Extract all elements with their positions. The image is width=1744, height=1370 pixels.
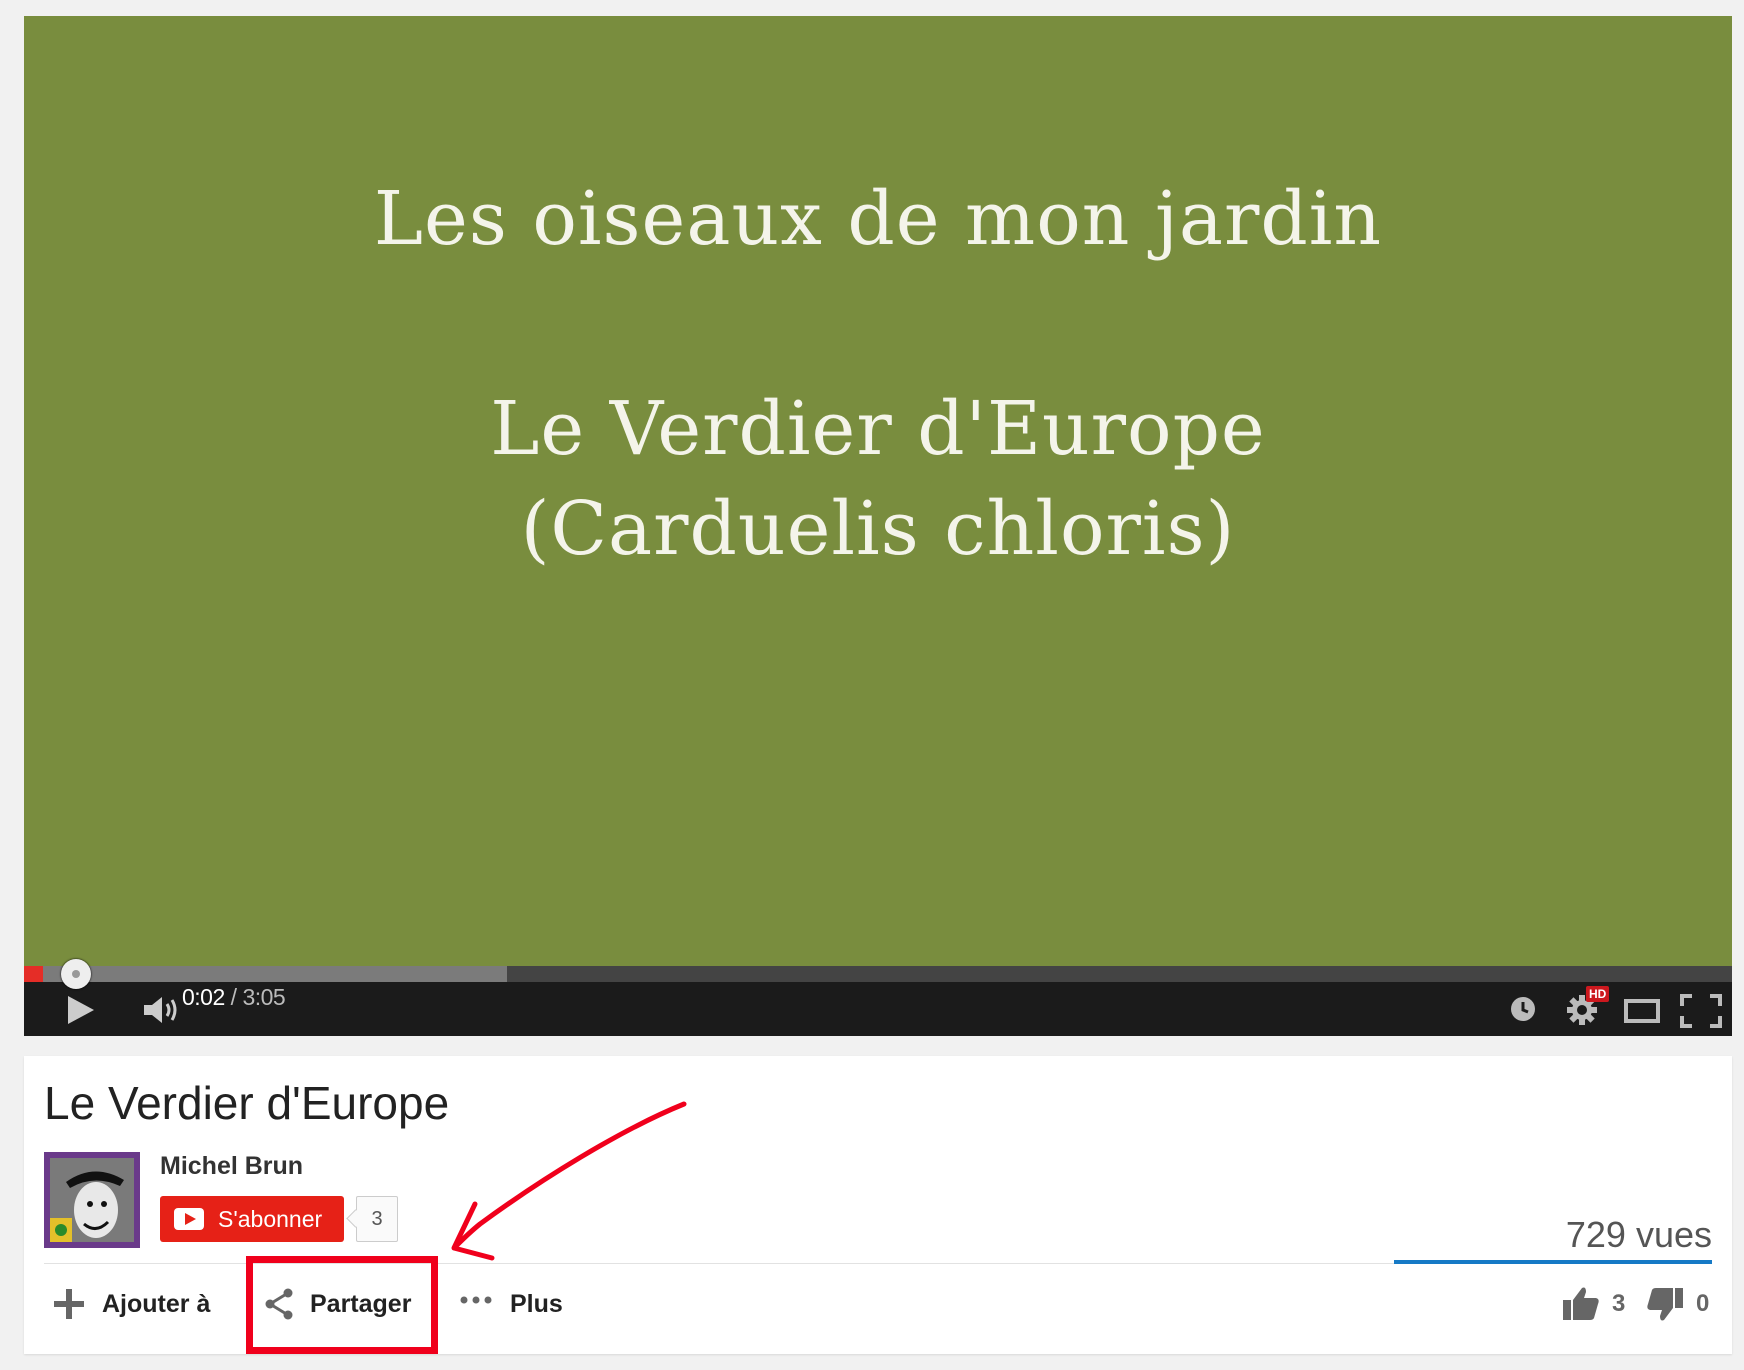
like-button[interactable]: 3 — [1562, 1280, 1625, 1328]
youtube-logo-icon — [174, 1208, 204, 1230]
time-separator: / — [224, 984, 243, 1010]
slide-text-line1: Les oiseaux de mon jardin — [373, 176, 1383, 262]
progress-bar[interactable] — [24, 959, 1732, 989]
thumbs-down-icon — [1647, 1288, 1683, 1321]
add-to-button[interactable]: Ajouter à — [52, 1280, 210, 1328]
more-button[interactable]: Plus — [460, 1280, 563, 1328]
more-label: Plus — [510, 1289, 563, 1318]
time-display: 0:02 / 3:05 — [182, 984, 286, 1011]
play-icon[interactable] — [66, 994, 96, 1026]
plus-icon — [54, 1289, 84, 1319]
view-count: 729 vues — [1565, 1214, 1712, 1255]
progress-scrubber-handle[interactable] — [60, 959, 91, 989]
dislike-button[interactable]: 0 — [1646, 1280, 1709, 1328]
theater-mode-icon[interactable] — [1624, 998, 1660, 1024]
share-highlight-box — [246, 1256, 438, 1354]
volume-icon[interactable] — [142, 994, 182, 1026]
current-time: 0:02 — [182, 984, 225, 1010]
subscribe-label: S'abonner — [218, 1205, 323, 1232]
progress-buffered — [24, 966, 508, 982]
like-count: 3 — [1612, 1290, 1626, 1317]
video-frame[interactable]: Les oiseaux de mon jardin Le Verdier d'E… — [24, 16, 1732, 966]
channel-avatar[interactable] — [44, 1152, 140, 1248]
thumbs-up-icon — [1563, 1287, 1599, 1320]
hd-badge: HD — [1586, 986, 1610, 1002]
fullscreen-icon[interactable] — [1680, 994, 1722, 1028]
subscribe-button[interactable]: S'abonner — [160, 1196, 344, 1242]
avatar-image — [44, 1152, 140, 1248]
subscriber-count: 3 — [356, 1196, 398, 1242]
watch-later-icon[interactable] — [1510, 996, 1536, 1022]
video-title: Le Verdier d'Europe — [44, 1077, 450, 1129]
add-to-label: Ajouter à — [102, 1289, 211, 1318]
dislike-count: 0 — [1696, 1290, 1710, 1317]
video-player[interactable]: Les oiseaux de mon jardin Le Verdier d'E… — [24, 16, 1732, 1036]
more-dots-icon — [460, 1296, 492, 1304]
like-ratio-bar — [1394, 1260, 1712, 1264]
slide-text-line3: (Carduelis chloris) — [520, 486, 1236, 572]
slide-text-line2: Le Verdier d'Europe — [490, 386, 1266, 472]
progress-played — [24, 966, 43, 982]
channel-name[interactable]: Michel Brun — [160, 1152, 303, 1181]
duration: 3:05 — [242, 984, 286, 1010]
